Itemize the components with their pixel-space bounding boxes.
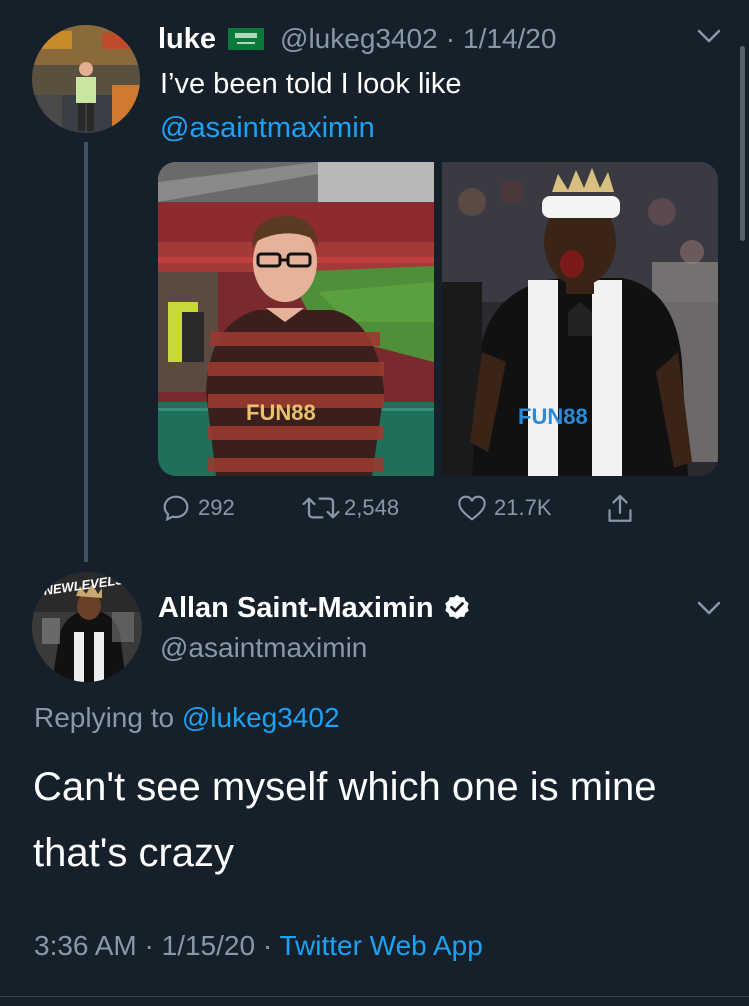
separator-dot: · xyxy=(144,930,154,961)
replying-to-line: Replying to @lukeg3402 xyxy=(34,702,340,734)
photo-right[interactable]: FUN88 xyxy=(442,162,718,476)
tweet-header: luke @lukeg3402 · 1/14/20 xyxy=(158,20,556,58)
reply-button[interactable]: 292 xyxy=(160,492,235,524)
tweet-media[interactable]: FUN88 FUN88 xyxy=(158,162,718,476)
heart-icon xyxy=(458,495,486,521)
reply-text-line: Can't see myself which one is mine xyxy=(33,765,657,809)
replying-to-link[interactable]: @lukeg3402 xyxy=(182,702,340,733)
tweet-text-line: I’ve been told I look like xyxy=(160,68,462,100)
replying-to-label: Replying to xyxy=(34,702,175,733)
reply-text: Can't see myself which one is mine that'… xyxy=(33,754,656,886)
reply-handle[interactable]: @asaintmaximin xyxy=(160,632,367,664)
share-icon xyxy=(608,494,632,522)
allan-avatar[interactable]: #NEWLEVELS xyxy=(32,572,142,682)
divider xyxy=(0,996,749,997)
like-button[interactable]: 21.7K xyxy=(456,492,552,524)
reply-text-line: that's crazy xyxy=(33,831,235,875)
share-button[interactable] xyxy=(604,492,636,531)
separator-dot: · xyxy=(262,930,273,961)
tweet-date[interactable]: 1/14/20 xyxy=(463,23,556,55)
source-link[interactable]: Twitter Web App xyxy=(279,930,482,961)
retweet-count: 2,548 xyxy=(344,495,400,520)
handle[interactable]: @lukeg3402 xyxy=(280,23,438,55)
reply-icon xyxy=(163,495,189,522)
separator-dot: · xyxy=(445,23,456,54)
saudi-flag-icon xyxy=(228,28,265,50)
photo-left[interactable]: FUN88 xyxy=(158,162,434,476)
retweet-button[interactable]: 2,548 xyxy=(300,492,399,524)
reply-count: 292 xyxy=(198,495,235,520)
left-shirt-sponsor-text: FUN88 xyxy=(246,400,316,425)
mention-link[interactable]: @asaintmaximin xyxy=(160,106,461,150)
right-shirt-sponsor-text: FUN88 xyxy=(518,404,588,429)
retweet-icon xyxy=(302,497,340,519)
tweet-actions: 292 2,548 21.7K xyxy=(160,492,660,532)
like-count: 21.7K xyxy=(494,495,552,520)
display-name[interactable]: Allan Saint-Maximin xyxy=(158,592,434,625)
reply-date[interactable]: 1/15/20 xyxy=(162,930,255,961)
tweet-text: I’ve been told I look like @asaintmaximi… xyxy=(160,62,461,150)
display-name[interactable]: luke xyxy=(158,23,216,56)
chevron-down-icon[interactable] xyxy=(696,598,722,618)
photo-gap xyxy=(434,162,442,476)
reply-header: Allan Saint-Maximin xyxy=(158,588,472,628)
reply-meta: 3:36 AM · 1/15/20 · Twitter Web App xyxy=(34,930,483,962)
verified-badge-icon xyxy=(442,593,472,623)
scrollbar[interactable] xyxy=(740,46,745,241)
luke-avatar[interactable] xyxy=(32,25,140,133)
thread-connector-line xyxy=(84,142,88,562)
chevron-down-icon[interactable] xyxy=(696,26,722,46)
reply-time[interactable]: 3:36 AM xyxy=(34,930,137,961)
